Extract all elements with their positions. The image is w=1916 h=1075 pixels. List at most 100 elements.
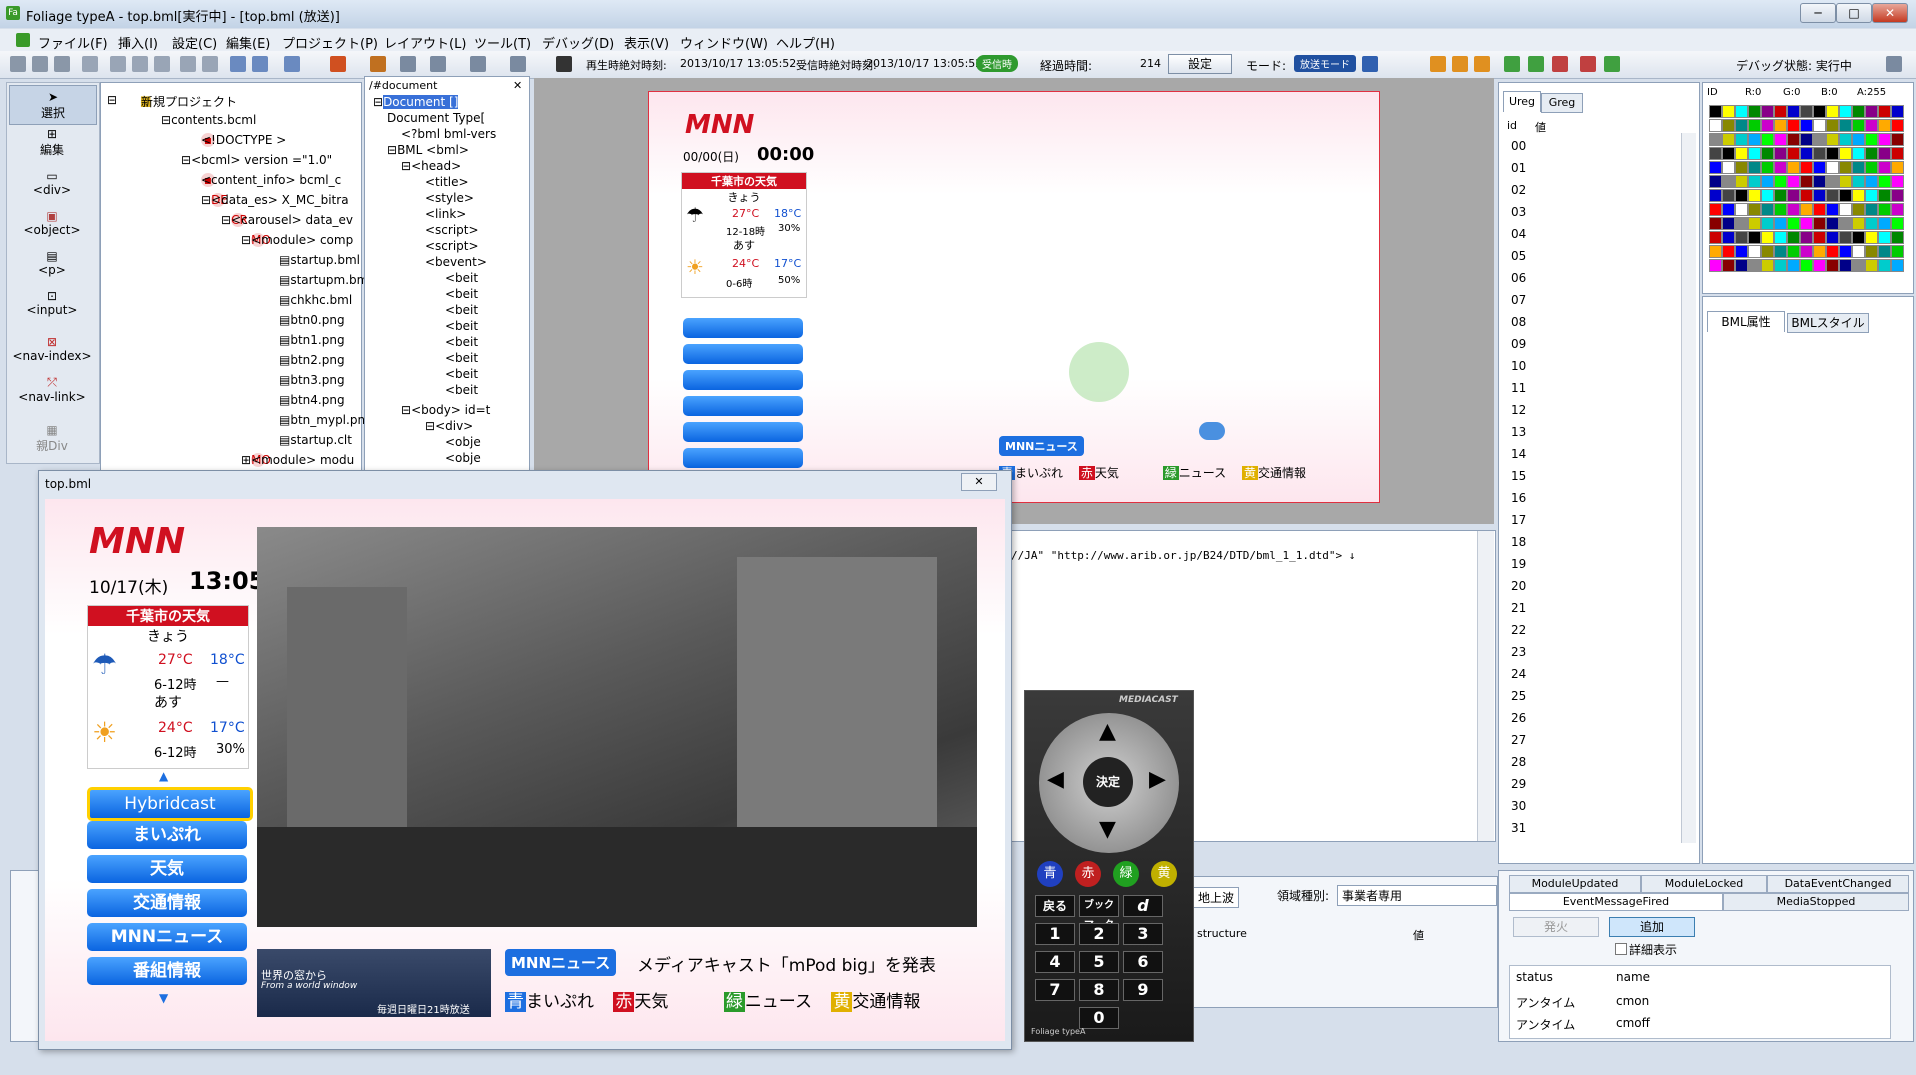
- enter-button[interactable]: 決定: [1083, 757, 1133, 807]
- tv-close-button[interactable]: ✕: [961, 473, 997, 491]
- d-button[interactable]: d: [1123, 895, 1163, 917]
- palette-swatch[interactable]: [1839, 161, 1852, 174]
- menu-debug[interactable]: デバッグ(D): [542, 33, 614, 52]
- palette-swatch[interactable]: [1735, 189, 1748, 202]
- palette-swatch[interactable]: [1709, 175, 1722, 188]
- palette-swatch[interactable]: [1878, 175, 1891, 188]
- palette-swatch[interactable]: [1735, 147, 1748, 160]
- palette-swatch[interactable]: [1852, 161, 1865, 174]
- green-key[interactable]: 緑: [1113, 861, 1139, 887]
- options-icon[interactable]: [1886, 56, 1902, 72]
- register-id[interactable]: 30: [1511, 799, 1526, 813]
- register-id[interactable]: 14: [1511, 447, 1526, 461]
- palette-swatch[interactable]: [1826, 147, 1839, 160]
- register-id[interactable]: 06: [1511, 271, 1526, 285]
- palette-swatch[interactable]: [1878, 133, 1891, 146]
- palette-swatch[interactable]: [1722, 133, 1735, 146]
- mnn-news-button[interactable]: MNNニュース: [87, 923, 247, 951]
- tree-contents[interactable]: ⊟ contents.bcml: [161, 113, 256, 127]
- set-button[interactable]: 設定: [1168, 54, 1232, 74]
- menu-button-blank[interactable]: [683, 370, 803, 390]
- fire-button[interactable]: 発火: [1513, 917, 1599, 937]
- register-id[interactable]: 09: [1511, 337, 1526, 351]
- palette-swatch[interactable]: [1852, 175, 1865, 188]
- new-icon[interactable]: [10, 56, 26, 72]
- palette-swatch[interactable]: [1891, 203, 1904, 216]
- palette-swatch[interactable]: [1839, 245, 1852, 258]
- register-id[interactable]: 08: [1511, 315, 1526, 329]
- palette-swatch[interactable]: [1748, 217, 1761, 230]
- palette-swatch[interactable]: [1813, 203, 1826, 216]
- palette-swatch[interactable]: [1878, 259, 1891, 272]
- palette-swatch[interactable]: [1748, 231, 1761, 244]
- palette-swatch[interactable]: [1735, 133, 1748, 146]
- menu-layout[interactable]: レイアウト(L): [384, 33, 466, 52]
- layout-icon[interactable]: [284, 56, 300, 72]
- palette-swatch[interactable]: [1800, 147, 1813, 160]
- palette-swatch[interactable]: [1839, 105, 1852, 118]
- palette-swatch[interactable]: [1852, 119, 1865, 132]
- stop-icon[interactable]: [1552, 56, 1568, 72]
- redo-icon[interactable]: [202, 56, 218, 72]
- palette-swatch[interactable]: [1735, 259, 1748, 272]
- palette-swatch[interactable]: [1722, 189, 1735, 202]
- register-id[interactable]: 10: [1511, 359, 1526, 373]
- tree-file[interactable]: ▤ chkhc.bml: [279, 293, 352, 307]
- program-info-button[interactable]: 番組情報: [87, 957, 247, 985]
- register-id[interactable]: 07: [1511, 293, 1526, 307]
- palette-swatch[interactable]: [1748, 189, 1761, 202]
- palette-swatch[interactable]: [1774, 105, 1787, 118]
- tool-select[interactable]: ➤ 選択: [9, 85, 97, 125]
- palette-swatch[interactable]: [1761, 147, 1774, 160]
- palette-swatch[interactable]: [1735, 175, 1748, 188]
- register-id[interactable]: 19: [1511, 557, 1526, 571]
- color-palette[interactable]: [1709, 105, 1905, 285]
- tool-object[interactable]: ▣ <object>: [9, 209, 95, 237]
- palette-swatch[interactable]: [1735, 231, 1748, 244]
- palette-swatch[interactable]: [1722, 161, 1735, 174]
- menu-project[interactable]: プロジェクト(P): [282, 33, 378, 52]
- palette-swatch[interactable]: [1839, 231, 1852, 244]
- key-7[interactable]: 7: [1035, 979, 1075, 1001]
- tool-div[interactable]: ▭ <div>: [9, 169, 95, 197]
- palette-swatch[interactable]: [1839, 189, 1852, 202]
- event-row-status[interactable]: アンタイム: [1516, 994, 1575, 1011]
- key-2[interactable]: 2: [1079, 923, 1119, 945]
- key-5[interactable]: 5: [1079, 951, 1119, 973]
- register-id[interactable]: 11: [1511, 381, 1526, 395]
- detail-checkbox[interactable]: [1615, 943, 1627, 955]
- register-id[interactable]: 18: [1511, 535, 1526, 549]
- palette-swatch[interactable]: [1826, 203, 1839, 216]
- tab-module-updated[interactable]: ModuleUpdated: [1509, 875, 1641, 893]
- palette-swatch[interactable]: [1865, 119, 1878, 132]
- down-arrow-icon[interactable]: ▼: [1099, 817, 1116, 842]
- import-icon[interactable]: [1528, 56, 1544, 72]
- doc-node[interactable]: ⊟ Document []: [373, 95, 459, 109]
- tree-bcml[interactable]: ⊟ <bcml> version ="1.0": [181, 153, 332, 167]
- palette-swatch[interactable]: [1813, 217, 1826, 230]
- paste-icon[interactable]: [154, 56, 170, 72]
- register-id[interactable]: 01: [1511, 161, 1526, 175]
- doc-tree-close[interactable]: ✕: [513, 79, 522, 92]
- palette-swatch[interactable]: [1774, 175, 1787, 188]
- palette-swatch[interactable]: [1722, 119, 1735, 132]
- palette-swatch[interactable]: [1748, 175, 1761, 188]
- palette-swatch[interactable]: [1722, 217, 1735, 230]
- palette-swatch[interactable]: [1748, 105, 1761, 118]
- palette-swatch[interactable]: [1826, 259, 1839, 272]
- palette-swatch[interactable]: [1787, 175, 1800, 188]
- grid-icon[interactable]: [400, 56, 416, 72]
- tool-input[interactable]: ⊡ <input>: [9, 289, 95, 317]
- menu-settings[interactable]: 設定(C): [172, 33, 217, 52]
- screen-icon[interactable]: [510, 56, 526, 72]
- tool-nav-link[interactable]: ⤱ <nav-link>: [9, 375, 95, 404]
- palette-swatch[interactable]: [1800, 133, 1813, 146]
- broadcast-select[interactable]: 地上波: [1193, 887, 1240, 908]
- palette-swatch[interactable]: [1878, 161, 1891, 174]
- palette-swatch[interactable]: [1735, 245, 1748, 258]
- palette-swatch[interactable]: [1826, 231, 1839, 244]
- palette-swatch[interactable]: [1787, 189, 1800, 202]
- menu-file[interactable]: ファイル(F): [38, 33, 108, 52]
- menu-window[interactable]: ウィンドウ(W): [680, 33, 768, 52]
- event-row-status[interactable]: アンタイム: [1516, 1016, 1575, 1033]
